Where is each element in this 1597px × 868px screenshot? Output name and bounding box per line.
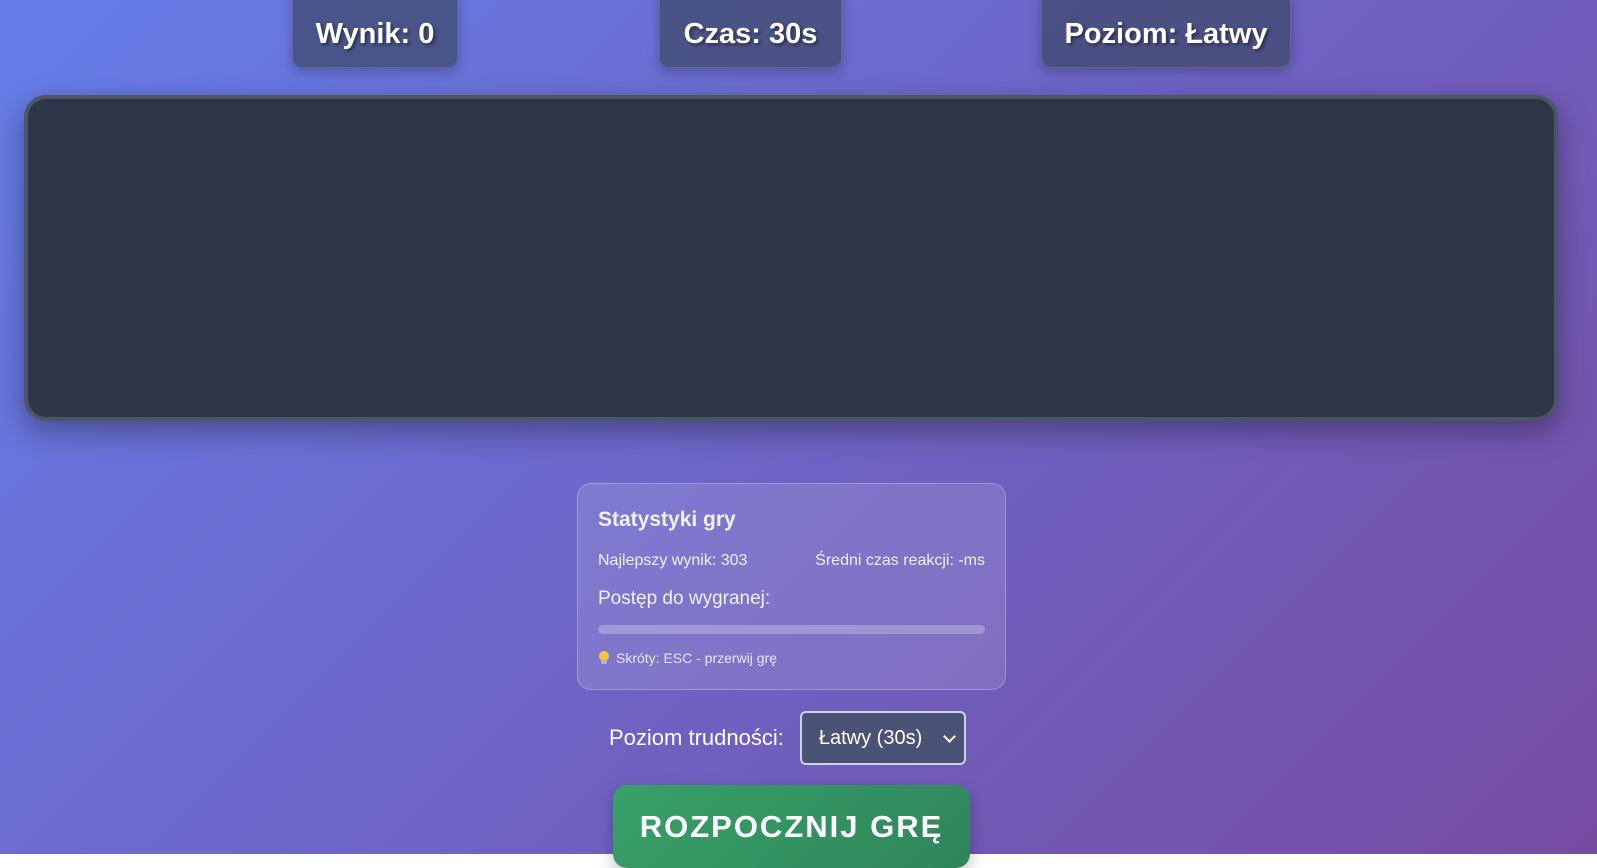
difficulty-selected-value: Łatwy (30s) <box>818 726 923 749</box>
difficulty-control: Poziom trudności: Łatwy (30s) <box>609 711 966 765</box>
start-game-button[interactable]: ROZPOCZNIJ GRĘ <box>613 785 970 868</box>
level-display: Poziom: Łatwy <box>1041 0 1291 68</box>
start-game-label: ROZPOCZNIJ GRĘ <box>639 808 944 844</box>
game-area[interactable] <box>24 95 1558 421</box>
difficulty-label: Poziom trudności: <box>609 725 784 750</box>
difficulty-select[interactable]: Łatwy (30s) <box>799 711 966 765</box>
chevron-down-icon <box>942 729 956 743</box>
level-text: Poziom: Łatwy <box>1064 17 1268 50</box>
time-text: Czas: 30s <box>683 17 818 50</box>
score-text: Wynik: 0 <box>315 17 435 50</box>
time-display: Czas: 30s <box>659 0 842 68</box>
average-reaction-time: Średni czas reakcji: -ms <box>815 552 985 569</box>
best-score: Najlepszy wynik: 303 <box>598 552 748 569</box>
progress-label: Postęp do wygranej: <box>598 588 771 609</box>
progress-bar <box>598 625 985 634</box>
stats-row: Najlepszy wynik: 303 Średni czas reakcji… <box>598 552 985 570</box>
lightbulb-icon <box>598 651 610 665</box>
score-display: Wynik: 0 <box>292 0 458 68</box>
shortcut-text: Skróty: ESC - przerwij grę <box>616 650 778 666</box>
stats-title: Statystyki gry <box>598 508 736 531</box>
stats-panel: Statystyki gry Najlepszy wynik: 303 Śred… <box>577 483 1006 690</box>
shortcut-hint: Skróty: ESC - przerwij grę <box>598 650 777 666</box>
